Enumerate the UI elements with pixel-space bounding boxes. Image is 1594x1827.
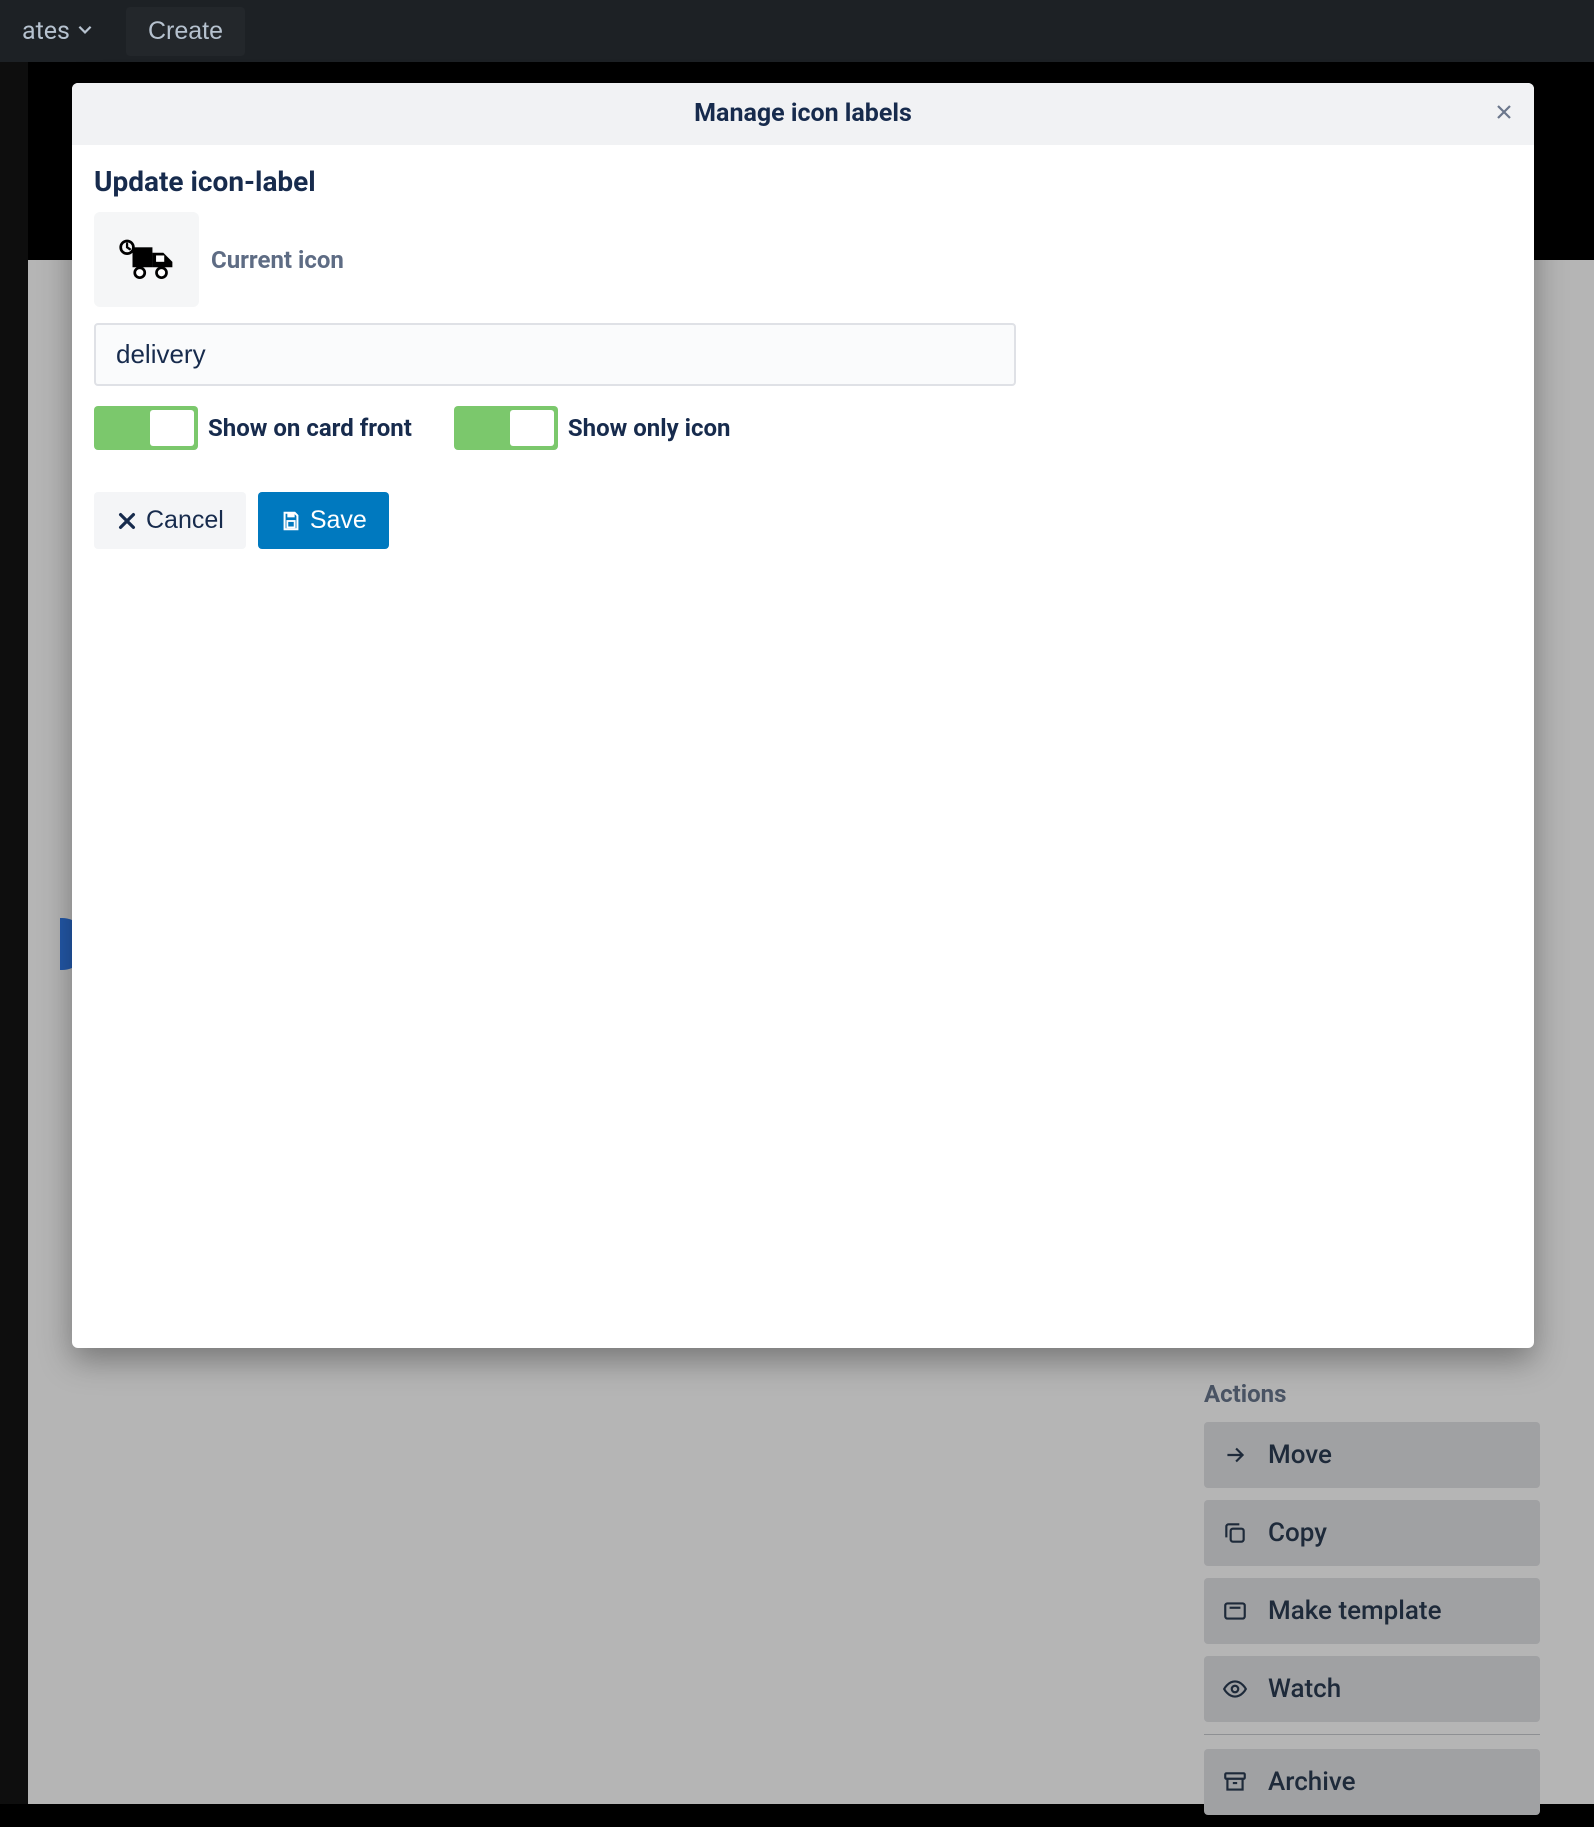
save-button[interactable]: Save bbox=[258, 492, 389, 549]
action-label: Move bbox=[1268, 1440, 1332, 1470]
action-archive[interactable]: Archive bbox=[1204, 1749, 1540, 1815]
modal-header: Manage icon labels bbox=[72, 83, 1534, 145]
action-label: Copy bbox=[1268, 1518, 1327, 1548]
current-icon-label: Current icon bbox=[211, 246, 344, 274]
archive-icon bbox=[1222, 1769, 1248, 1795]
delivery-truck-icon bbox=[118, 238, 176, 282]
create-button[interactable]: Create bbox=[126, 7, 245, 56]
button-row: Cancel Save bbox=[94, 492, 1512, 549]
button-label: Cancel bbox=[146, 506, 224, 535]
action-label: Archive bbox=[1268, 1767, 1356, 1797]
section-title: Update icon-label bbox=[94, 165, 1512, 198]
manage-icon-labels-modal: Manage icon labels Update icon-label Cur… bbox=[72, 83, 1534, 1348]
button-label: Save bbox=[310, 506, 367, 535]
nav-item-templates[interactable]: ates bbox=[10, 7, 106, 56]
modal-body: Update icon-label Current icon bbox=[72, 145, 1534, 1348]
nav-item-label: ates bbox=[22, 17, 70, 46]
toggle-switch-card-front[interactable] bbox=[94, 406, 198, 450]
copy-icon bbox=[1222, 1520, 1248, 1546]
action-make-template[interactable]: Make template bbox=[1204, 1578, 1540, 1644]
toggle-label: Show only icon bbox=[568, 414, 731, 442]
current-icon-row: Current icon bbox=[94, 212, 1512, 307]
divider bbox=[1204, 1734, 1540, 1735]
left-dark-strip bbox=[0, 62, 28, 1804]
toggle-label: Show on card front bbox=[208, 414, 412, 442]
action-watch[interactable]: Watch bbox=[1204, 1656, 1540, 1722]
cancel-button[interactable]: Cancel bbox=[94, 492, 246, 549]
current-icon-preview[interactable] bbox=[94, 212, 199, 307]
action-copy[interactable]: Copy bbox=[1204, 1500, 1540, 1566]
close-button[interactable] bbox=[1492, 100, 1516, 128]
toggle-show-on-card-front: Show on card front bbox=[94, 406, 412, 450]
toggle-knob bbox=[510, 410, 554, 446]
toggle-knob bbox=[150, 410, 194, 446]
template-icon bbox=[1222, 1598, 1248, 1624]
toggle-show-only-icon: Show only icon bbox=[454, 406, 731, 450]
modal-title: Manage icon labels bbox=[694, 99, 912, 128]
chevron-down-icon bbox=[76, 20, 94, 43]
toggle-switch-only-icon[interactable] bbox=[454, 406, 558, 450]
action-label: Watch bbox=[1268, 1674, 1341, 1704]
toggles-row: Show on card front Show only icon bbox=[94, 406, 1512, 450]
close-icon bbox=[1492, 100, 1516, 124]
action-label: Make template bbox=[1268, 1596, 1442, 1626]
save-icon bbox=[280, 510, 302, 532]
top-nav: ates Create bbox=[0, 0, 1594, 62]
actions-panel: Actions Move Copy Make template Watch Ar… bbox=[1204, 1380, 1540, 1827]
icon-label-input[interactable] bbox=[94, 323, 1016, 386]
eye-icon bbox=[1222, 1676, 1248, 1702]
action-move[interactable]: Move bbox=[1204, 1422, 1540, 1488]
actions-heading: Actions bbox=[1204, 1380, 1540, 1408]
arrow-right-icon bbox=[1222, 1442, 1248, 1468]
close-icon bbox=[116, 510, 138, 532]
